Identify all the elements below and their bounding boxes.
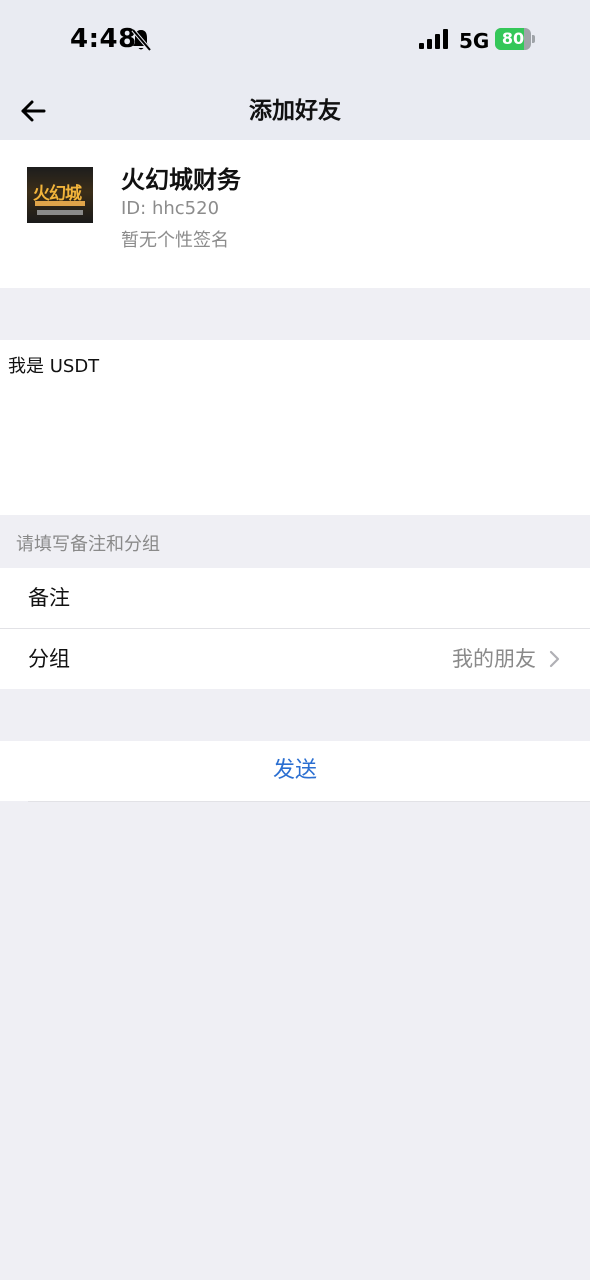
group-row[interactable]: 分组 我的朋友 xyxy=(0,629,590,689)
avatar[interactable]: 火幻城 xyxy=(27,167,93,223)
status-time: 4:48 xyxy=(70,24,137,54)
profile-card: 火幻城 火幻城财务 ID: hhc520 暂无个性签名 xyxy=(0,140,590,288)
profile-name: 火幻城财务 xyxy=(121,166,241,194)
status-bar: 4:48 5G 80 xyxy=(0,0,590,82)
page-title: 添加好友 xyxy=(249,98,341,124)
send-label: 发送 xyxy=(272,758,317,783)
remark-group-form: 备注 分组 我的朋友 xyxy=(0,568,590,689)
arrow-left-icon xyxy=(21,100,46,122)
network-type: 5G xyxy=(459,29,490,53)
verification-message-input[interactable]: 我是 USDT xyxy=(0,340,590,515)
divider xyxy=(28,801,590,802)
group-label: 分组 xyxy=(28,647,70,671)
bell-off-icon xyxy=(131,28,152,52)
group-value: 我的朋友 xyxy=(452,647,536,671)
profile-signature: 暂无个性签名 xyxy=(121,230,229,251)
battery-icon: 80 xyxy=(495,28,535,50)
remark-row[interactable]: 备注 xyxy=(0,568,590,628)
send-button[interactable]: 发送 xyxy=(0,741,590,802)
section-label: 请填写备注和分组 xyxy=(16,534,160,555)
remark-label: 备注 xyxy=(28,586,70,610)
verification-message-text: 我是 USDT xyxy=(8,356,100,377)
battery-level: 80 xyxy=(501,29,525,48)
nav-bar: 添加好友 xyxy=(0,82,590,140)
signal-icon xyxy=(419,29,448,49)
chevron-right-icon xyxy=(549,650,560,668)
profile-id: ID: hhc520 xyxy=(121,198,220,219)
back-button[interactable] xyxy=(14,90,56,132)
